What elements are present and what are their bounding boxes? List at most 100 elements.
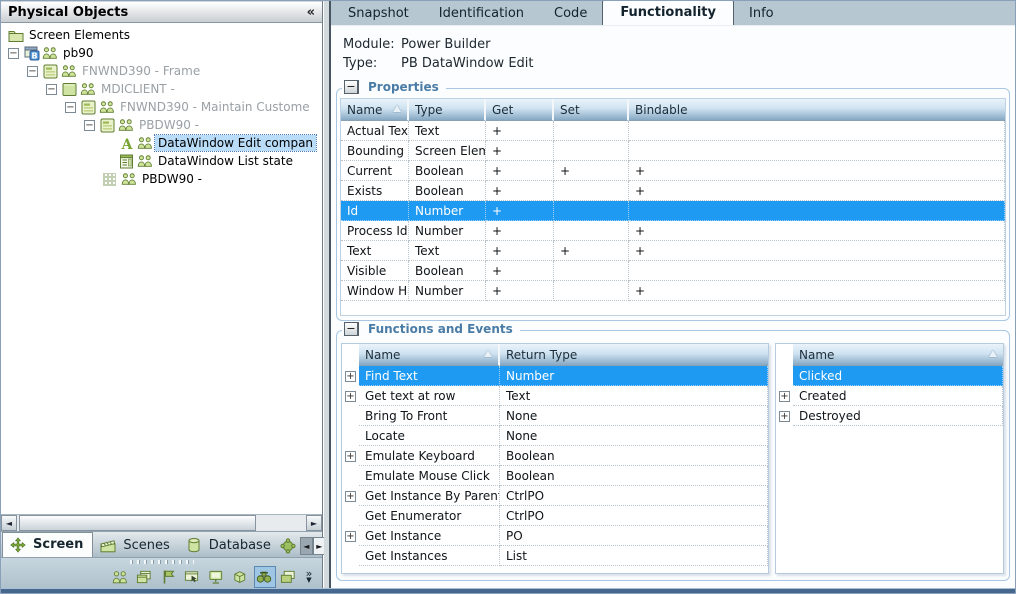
property-row-process-id[interactable]: Process IdNumber++ bbox=[341, 221, 1005, 241]
property-row-exists[interactable]: ExistsBoolean++ bbox=[341, 181, 1005, 201]
collapse-properties-button[interactable]: − bbox=[344, 80, 358, 94]
function-row-get-instance-by-parent[interactable]: Get Instance By ParentCtrlPO bbox=[359, 486, 768, 506]
tree-expander-icon[interactable]: − bbox=[65, 102, 76, 113]
pointer-window-button[interactable] bbox=[182, 566, 204, 588]
users-button[interactable] bbox=[110, 566, 132, 588]
property-row-bounding-r[interactable]: Bounding R...Screen Elem...+ bbox=[341, 141, 1005, 161]
expand-row-icon[interactable]: + bbox=[779, 391, 790, 402]
scrollbar-track[interactable] bbox=[17, 515, 306, 531]
row-expander-cell[interactable]: + bbox=[776, 386, 793, 406]
tree-item-fnwnd390-frame[interactable]: − FNWND390 - Frame bbox=[1, 62, 322, 80]
expand-row-icon[interactable]: + bbox=[345, 451, 356, 462]
event-row-created[interactable]: Created bbox=[793, 386, 1003, 406]
row-expander-cell[interactable]: + bbox=[342, 446, 359, 466]
panel-splitter[interactable] bbox=[324, 1, 331, 594]
column-header-name[interactable]: Name bbox=[341, 99, 409, 121]
tree-expander-icon[interactable]: − bbox=[84, 120, 95, 131]
tab-functionality[interactable]: Functionality bbox=[602, 0, 734, 25]
function-row-get-instance[interactable]: Get InstancePO bbox=[359, 526, 768, 546]
property-row-text[interactable]: TextText+++ bbox=[341, 241, 1005, 261]
function-row-locate[interactable]: LocateNone bbox=[359, 426, 768, 446]
column-header-type[interactable]: Type bbox=[409, 99, 486, 121]
tab-screen[interactable]: Screen bbox=[2, 532, 93, 557]
column-header-return-type[interactable]: Return Type bbox=[500, 344, 768, 366]
tree-item-label[interactable]: DataWindow Edit compan bbox=[155, 135, 316, 151]
tree-item-fnwnd390-maintain-custome[interactable]: − FNWND390 - Maintain Custome bbox=[1, 98, 322, 116]
tree-expander-icon[interactable]: − bbox=[46, 84, 57, 95]
tree-item-datawindow-edit-compan[interactable]: ADataWindow Edit compan bbox=[1, 134, 322, 152]
tab-scenes[interactable]: Scenes bbox=[93, 534, 178, 557]
tree-item-pb90[interactable]: −Bpb90 bbox=[1, 44, 322, 62]
grid-cell: Visible bbox=[341, 261, 409, 281]
row-expander-cell[interactable]: + bbox=[776, 406, 793, 426]
tab-info[interactable]: Info bbox=[734, 3, 789, 25]
expand-row-icon[interactable]: + bbox=[345, 491, 356, 502]
scrollbar-thumb[interactable] bbox=[19, 515, 256, 531]
property-row-visible[interactable]: VisibleBoolean+ bbox=[341, 261, 1005, 281]
binoculars-button[interactable] bbox=[254, 566, 276, 588]
monitor-button[interactable] bbox=[206, 566, 228, 588]
function-row-find-text[interactable]: Find TextNumber bbox=[359, 366, 768, 386]
row-expander-cell[interactable]: + bbox=[342, 526, 359, 546]
tree-expander-icon[interactable]: − bbox=[8, 48, 19, 59]
expand-row-icon[interactable]: + bbox=[345, 371, 356, 382]
column-header-name[interactable]: Name bbox=[793, 344, 1003, 366]
clapper-icon bbox=[100, 538, 116, 553]
scroll-right-button[interactable]: ► bbox=[306, 515, 322, 531]
event-row-clicked[interactable]: Clicked bbox=[793, 366, 1003, 386]
expand-row-icon[interactable]: + bbox=[779, 411, 790, 422]
scroll-left-button[interactable]: ◄ bbox=[1, 515, 17, 531]
users-icon bbox=[112, 570, 128, 585]
function-row-get-instances[interactable]: Get InstancesList bbox=[359, 546, 768, 566]
property-row-id[interactable]: IdNumber+ bbox=[341, 201, 1005, 221]
row-expander-cell[interactable]: + bbox=[342, 386, 359, 406]
property-row-window-ha[interactable]: Window Ha...Number++ bbox=[341, 281, 1005, 301]
tab-code[interactable]: Code bbox=[539, 3, 602, 25]
tree-expander-icon[interactable]: − bbox=[27, 66, 38, 77]
windows-button[interactable] bbox=[134, 566, 156, 588]
column-header-name[interactable]: Name bbox=[359, 344, 500, 366]
tree-item-screen-elements[interactable]: Screen Elements bbox=[1, 26, 322, 44]
grid-cell bbox=[629, 261, 1005, 281]
function-row-get-text-at-row[interactable]: Get text at rowText bbox=[359, 386, 768, 406]
tree-item-label[interactable]: Screen Elements bbox=[26, 27, 133, 43]
tree-item-mdiclient[interactable]: − MDICLIENT - bbox=[1, 80, 322, 98]
property-row-actual-text[interactable]: Actual TextText+ bbox=[341, 121, 1005, 141]
row-expander-cell[interactable]: + bbox=[342, 486, 359, 506]
expand-row-icon[interactable]: + bbox=[345, 391, 356, 402]
function-row-bring-to-front[interactable]: Bring To FrontNone bbox=[359, 406, 768, 426]
collapse-functions-button[interactable]: − bbox=[344, 322, 358, 336]
row-expander-cell[interactable]: + bbox=[342, 366, 359, 386]
tree-item-label[interactable]: pb90 bbox=[60, 45, 97, 61]
tab-snapshot[interactable]: Snapshot bbox=[333, 3, 424, 25]
tab-database[interactable]: Database bbox=[179, 534, 280, 557]
layers-button[interactable] bbox=[278, 566, 300, 588]
tab-identification[interactable]: Identification bbox=[424, 3, 539, 25]
expand-row-icon[interactable]: + bbox=[345, 531, 356, 542]
function-row-get-enumerator[interactable]: Get EnumeratorCtrlPO bbox=[359, 506, 768, 526]
column-header-bindable[interactable]: Bindable bbox=[629, 99, 1005, 121]
collapse-panel-icon[interactable]: « bbox=[307, 5, 315, 20]
tree-item-datawindow-list-state[interactable]: DataWindow List state bbox=[1, 152, 322, 170]
event-row-destroyed[interactable]: Destroyed bbox=[793, 406, 1003, 426]
tree-horizontal-scrollbar[interactable]: ◄ ► bbox=[1, 514, 322, 531]
flag-button[interactable] bbox=[158, 566, 180, 588]
properties-legend: − Properties bbox=[342, 80, 446, 94]
toolbar-overflow-button[interactable]: »▼ bbox=[302, 566, 316, 588]
function-row-emulate-mouse-click[interactable]: Emulate Mouse ClickBoolean bbox=[359, 466, 768, 486]
toolbar-grip-handle[interactable] bbox=[130, 560, 194, 564]
property-row-current[interactable]: CurrentBoolean+++ bbox=[341, 161, 1005, 181]
column-header-get[interactable]: Get bbox=[486, 99, 554, 121]
tree-item-label[interactable]: FNWND390 - Frame bbox=[79, 63, 203, 79]
tree-item-label[interactable]: PBDW90 - bbox=[136, 117, 202, 133]
tree-item-pbdw90[interactable]: PBDW90 - bbox=[1, 170, 322, 188]
tree-item-pbdw90[interactable]: − PBDW90 - bbox=[1, 116, 322, 134]
tree-item-label[interactable]: MDICLIENT - bbox=[98, 81, 178, 97]
cube-button[interactable] bbox=[230, 566, 252, 588]
column-header-set[interactable]: Set bbox=[554, 99, 629, 121]
tree-item-label[interactable]: FNWND390 - Maintain Custome bbox=[117, 99, 313, 115]
tab-scroll-left-button[interactable]: ◄ bbox=[300, 537, 313, 555]
function-row-emulate-keyboard[interactable]: Emulate KeyboardBoolean bbox=[359, 446, 768, 466]
tree-item-label[interactable]: DataWindow List state bbox=[155, 153, 296, 169]
tree-item-label[interactable]: PBDW90 - bbox=[139, 171, 205, 187]
